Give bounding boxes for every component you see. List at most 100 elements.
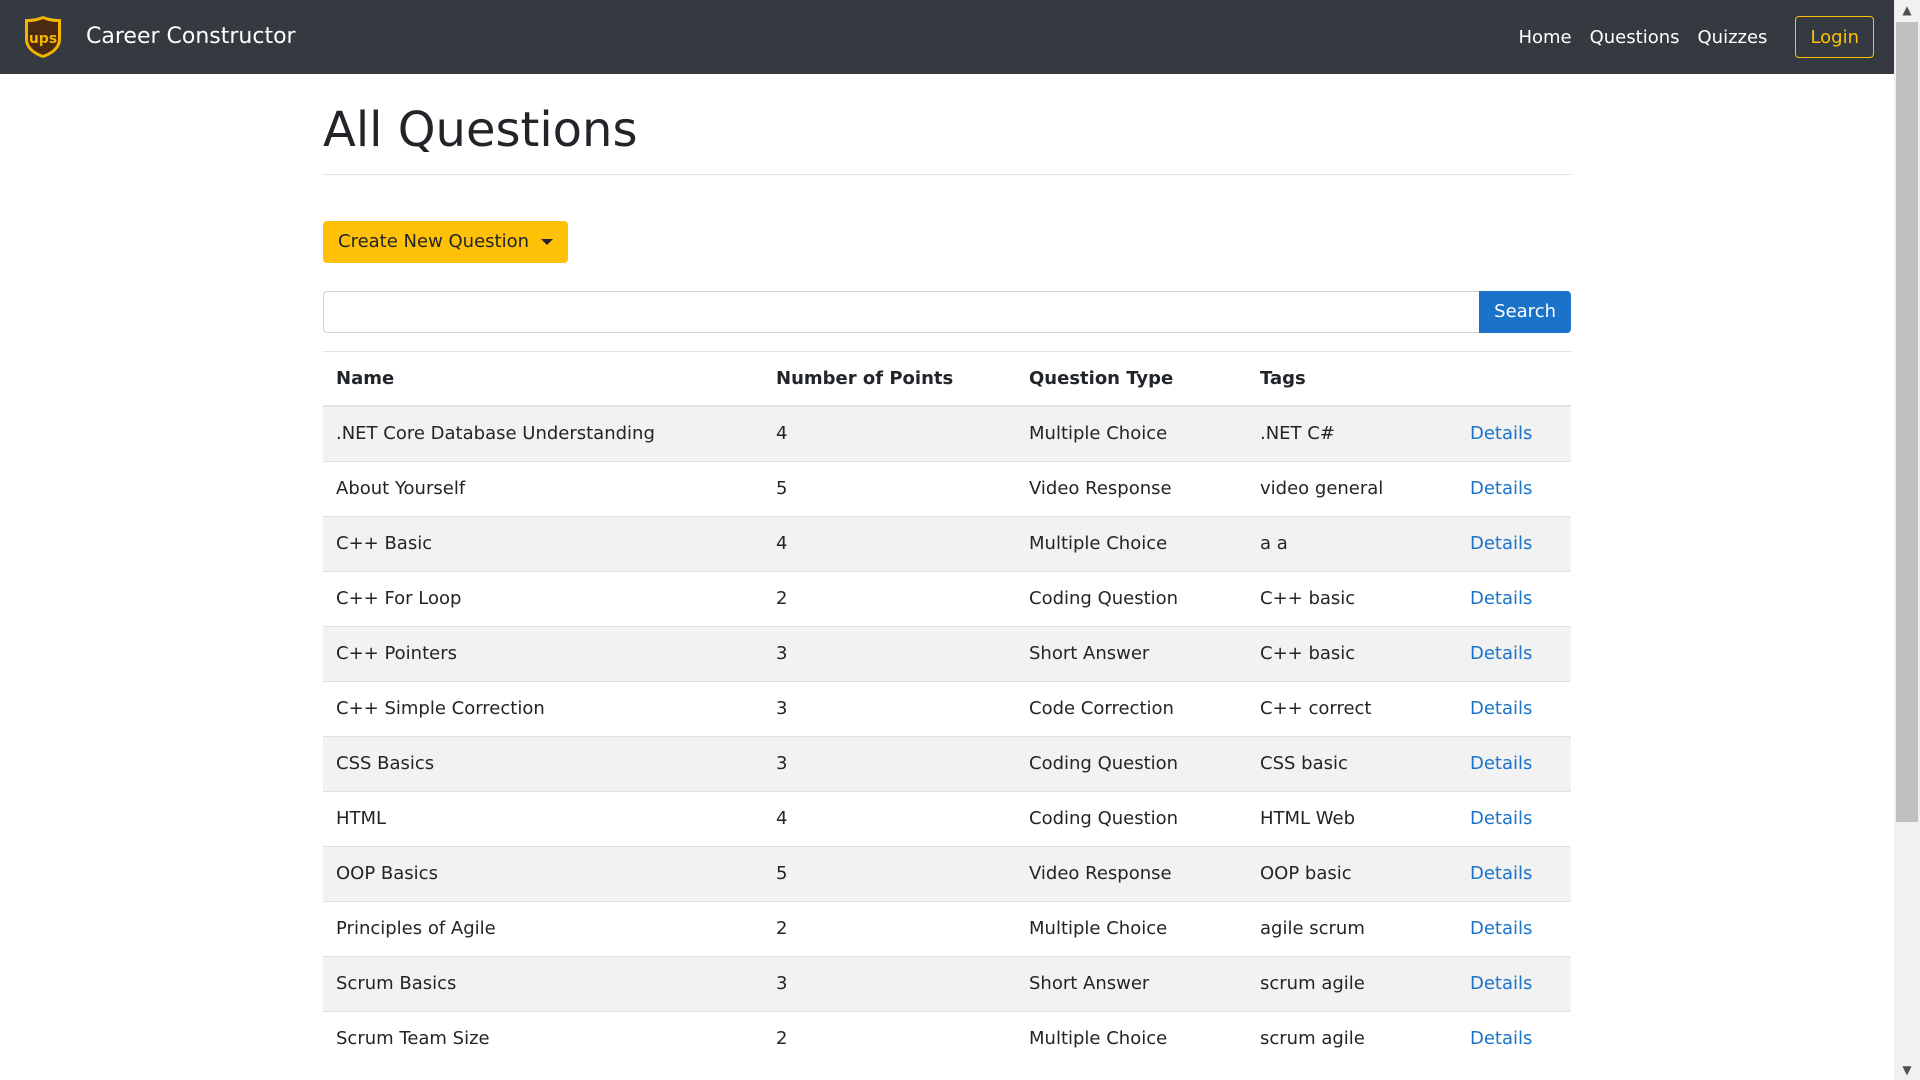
- table-row: C++ For Loop 2 Coding Question C++ basic…: [323, 570, 1571, 627]
- details-link[interactable]: Details: [1470, 973, 1532, 994]
- table-row: HTML 4 Coding Question HTML Web Details: [323, 790, 1571, 847]
- table-row: .NET Core Database Understanding 4 Multi…: [323, 405, 1571, 462]
- cell-question-type: Multiple Choice: [1016, 900, 1247, 957]
- cell-points: 3: [763, 735, 1016, 792]
- nav-link-questions[interactable]: Questions: [1590, 27, 1680, 48]
- cell-question-type: Coding Question: [1016, 735, 1247, 792]
- cell-points: 4: [763, 405, 1016, 462]
- cell-tags: CSS basic: [1247, 735, 1457, 792]
- table-row: CSS Basics 3 Coding Question CSS basic D…: [323, 735, 1571, 792]
- scroll-thumb[interactable]: [1896, 22, 1918, 822]
- details-link[interactable]: Details: [1470, 423, 1532, 444]
- cell-question-type: Multiple Choice: [1016, 515, 1247, 572]
- page-title: All Questions: [323, 102, 638, 158]
- cell-tags: agile scrum: [1247, 900, 1457, 957]
- cell-tags: C++ basic: [1247, 625, 1457, 682]
- header-points[interactable]: Number of Points: [763, 350, 1016, 408]
- cell-name: Scrum Basics: [323, 955, 763, 1012]
- details-link[interactable]: Details: [1470, 588, 1532, 609]
- search-input[interactable]: [323, 290, 1480, 333]
- cell-name: OOP Basics: [323, 845, 763, 902]
- table-row: About Yourself 5 Video Response video ge…: [323, 460, 1571, 517]
- cell-points: 2: [763, 570, 1016, 627]
- ups-logo[interactable]: ups: [24, 15, 62, 59]
- cell-points: 3: [763, 625, 1016, 682]
- table-header-row: Name Number of Points Question Type Tags: [323, 350, 1571, 408]
- scroll-up-icon[interactable]: ▲: [1894, 0, 1920, 20]
- cell-points: 3: [763, 955, 1016, 1012]
- cell-question-type: Coding Question: [1016, 790, 1247, 847]
- top-navbar: ups Career Constructor Home Questions Qu…: [0, 0, 1894, 74]
- title-divider: [323, 173, 1571, 175]
- cell-question-type: Multiple Choice: [1016, 405, 1247, 462]
- details-link[interactable]: Details: [1470, 478, 1532, 499]
- cell-tags: C++ basic: [1247, 570, 1457, 627]
- cell-points: 5: [763, 845, 1016, 902]
- cell-points: 2: [763, 900, 1016, 957]
- nav-link-home[interactable]: Home: [1518, 27, 1571, 48]
- cell-name: About Yourself: [323, 460, 763, 517]
- header-tags[interactable]: Tags: [1247, 350, 1457, 408]
- details-link[interactable]: Details: [1470, 863, 1532, 884]
- cell-question-type: Multiple Choice: [1016, 1010, 1247, 1067]
- table-row: Scrum Basics 3 Short Answer scrum agile …: [323, 955, 1571, 1012]
- chevron-down-icon: [541, 238, 554, 245]
- cell-tags: a a: [1247, 515, 1457, 572]
- header-question-type[interactable]: Question Type: [1016, 350, 1247, 408]
- details-link[interactable]: Details: [1470, 753, 1532, 774]
- cell-name: .NET Core Database Understanding: [323, 405, 763, 462]
- details-link[interactable]: Details: [1470, 533, 1532, 554]
- cell-name: CSS Basics: [323, 735, 763, 792]
- details-link[interactable]: Details: [1470, 643, 1532, 664]
- cell-name: C++ Basic: [323, 515, 763, 572]
- cell-name: Scrum Team Size: [323, 1010, 763, 1067]
- nav-links: Home Questions Quizzes Login: [1518, 16, 1874, 58]
- logo-text: ups: [29, 31, 57, 47]
- header-actions: [1457, 350, 1571, 408]
- table-row: C++ Simple Correction 3 Code Correction …: [323, 680, 1571, 737]
- cell-question-type: Coding Question: [1016, 570, 1247, 627]
- cell-tags: OOP basic: [1247, 845, 1457, 902]
- cell-name: C++ For Loop: [323, 570, 763, 627]
- brand-name[interactable]: Career Constructor: [86, 26, 296, 48]
- search-bar: Search: [323, 290, 1571, 333]
- table-row: OOP Basics 5 Video Response OOP basic De…: [323, 845, 1571, 902]
- cell-name: Principles of Agile: [323, 900, 763, 957]
- questions-table: Name Number of Points Question Type Tags…: [323, 350, 1571, 1067]
- cell-tags: scrum agile: [1247, 1010, 1457, 1067]
- cell-points: 5: [763, 460, 1016, 517]
- cell-points: 3: [763, 680, 1016, 737]
- cell-name: C++ Pointers: [323, 625, 763, 682]
- details-link[interactable]: Details: [1470, 1028, 1532, 1049]
- vertical-scrollbar[interactable]: ▲ ▼: [1894, 0, 1920, 1080]
- cell-question-type: Video Response: [1016, 460, 1247, 517]
- cell-tags: .NET C#: [1247, 405, 1457, 462]
- cell-tags: scrum agile: [1247, 955, 1457, 1012]
- create-new-question-label: Create New Question: [338, 231, 530, 253]
- login-button[interactable]: Login: [1795, 16, 1874, 58]
- main-content: All Questions Create New Question Search…: [323, 74, 1571, 1067]
- cell-question-type: Short Answer: [1016, 625, 1247, 682]
- cell-name: C++ Simple Correction: [323, 680, 763, 737]
- cell-points: 4: [763, 790, 1016, 847]
- table-row: C++ Pointers 3 Short Answer C++ basic De…: [323, 625, 1571, 682]
- cell-points: 2: [763, 1010, 1016, 1067]
- table-row: C++ Basic 4 Multiple Choice a a Details: [323, 515, 1571, 572]
- header-name[interactable]: Name: [323, 350, 763, 408]
- cell-question-type: Video Response: [1016, 845, 1247, 902]
- details-link[interactable]: Details: [1470, 808, 1532, 829]
- details-link[interactable]: Details: [1470, 698, 1532, 719]
- nav-link-quizzes[interactable]: Quizzes: [1698, 27, 1768, 48]
- cell-name: HTML: [323, 790, 763, 847]
- cell-tags: video general: [1247, 460, 1457, 517]
- scroll-down-icon[interactable]: ▼: [1894, 1060, 1920, 1080]
- table-row: Principles of Agile 2 Multiple Choice ag…: [323, 900, 1571, 957]
- cell-question-type: Code Correction: [1016, 680, 1247, 737]
- table-row: Scrum Team Size 2 Multiple Choice scrum …: [323, 1010, 1571, 1067]
- details-link[interactable]: Details: [1470, 918, 1532, 939]
- search-button[interactable]: Search: [1479, 290, 1571, 333]
- cell-points: 4: [763, 515, 1016, 572]
- create-new-question-button[interactable]: Create New Question: [323, 220, 569, 263]
- cell-tags: HTML Web: [1247, 790, 1457, 847]
- cell-tags: C++ correct: [1247, 680, 1457, 737]
